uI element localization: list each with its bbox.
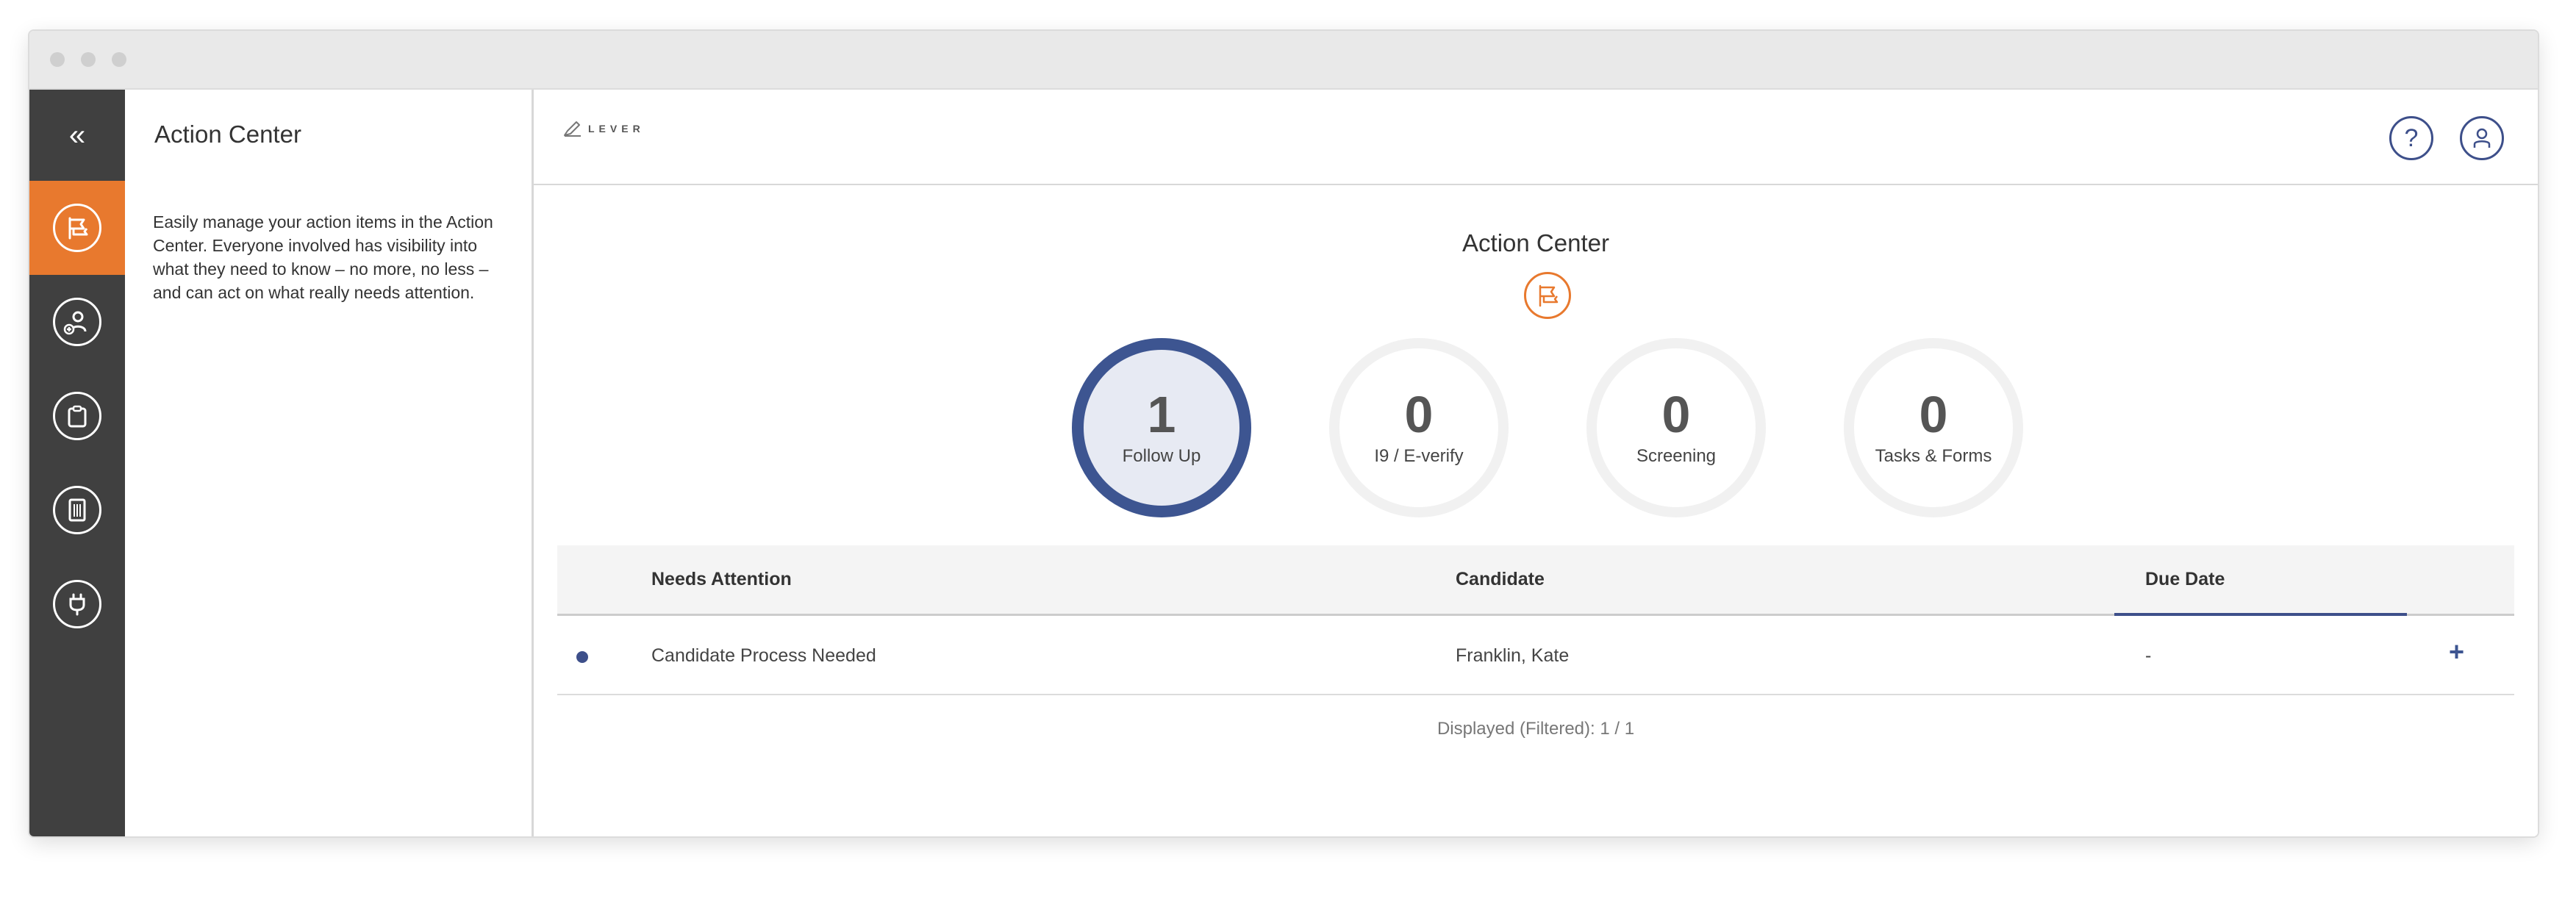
logo-text: LEVER <box>588 123 645 134</box>
column-header-needs-attention[interactable]: Needs Attention <box>651 569 792 590</box>
sidebar-item-clipboard[interactable] <box>29 369 125 463</box>
flag-icon <box>1524 272 1571 319</box>
help-icon: ? <box>2404 123 2419 152</box>
expand-row-button[interactable]: + <box>2449 636 2464 667</box>
stat-count: 1 <box>1147 386 1176 443</box>
window-minimize-dot[interactable] <box>81 52 96 67</box>
cell-candidate[interactable]: Franklin, Kate <box>1456 645 1569 667</box>
action-items-table: Needs Attention Candidate Due Date Candi… <box>557 545 2514 695</box>
stat-label: Screening <box>1636 446 1717 466</box>
help-button[interactable]: ? <box>2389 116 2433 160</box>
window-maximize-dot[interactable] <box>112 52 126 67</box>
stat-count: 0 <box>1919 386 1948 443</box>
clipboard-icon <box>53 392 101 440</box>
lever-logo[interactable]: LEVER <box>563 121 645 137</box>
page-title: Action Center <box>1462 229 1609 257</box>
sidebar-item-add-user[interactable] <box>29 275 125 369</box>
window-titlebar <box>29 31 2538 90</box>
stat-label: Follow Up <box>1122 446 1201 466</box>
pen-icon <box>564 121 581 137</box>
double-chevron-left-icon: « <box>68 118 86 151</box>
row-status-dot <box>576 651 588 663</box>
building-icon <box>53 486 101 534</box>
stat-count: 0 <box>1661 386 1691 443</box>
info-panel-description: Easily manage your action items in the A… <box>153 212 493 302</box>
stat-label: I9 / E-verify <box>1374 446 1464 466</box>
displayed-count: Displayed (Filtered): 1 / 1 <box>1437 719 1635 739</box>
column-header-due-date[interactable]: Due Date <box>2145 569 2225 590</box>
collapse-sidebar-button[interactable]: « <box>29 90 125 181</box>
sidebar-item-integrations[interactable] <box>29 557 125 651</box>
table-header: Needs Attention Candidate Due Date <box>557 545 2514 616</box>
column-header-candidate[interactable]: Candidate <box>1456 569 1545 590</box>
sidebar-rail: « <box>29 90 135 836</box>
main-content: LEVER ? Action Center 1 Follow Up 0 I9 /… <box>534 90 2538 836</box>
stat-tasks-forms[interactable]: 0 Tasks & Forms <box>1844 338 2023 517</box>
stat-i9-everify[interactable]: 0 I9 / E-verify <box>1329 338 1509 517</box>
stat-label: Tasks & Forms <box>1875 446 1992 466</box>
cell-due-date: - <box>2145 645 2152 666</box>
user-profile-button[interactable] <box>2460 116 2504 160</box>
flag-icon <box>53 204 101 252</box>
window-close-dot[interactable] <box>50 52 65 67</box>
stat-follow-up[interactable]: 1 Follow Up <box>1072 338 1251 517</box>
stat-count: 0 <box>1404 386 1434 443</box>
sidebar-item-building[interactable] <box>29 463 125 557</box>
table-row[interactable]: Candidate Process Needed Franklin, Kate … <box>557 616 2514 695</box>
app-window: « Action Center Easily manage your actio… <box>29 31 2538 836</box>
user-icon <box>2473 128 2491 148</box>
plug-icon <box>53 580 101 628</box>
stat-screening[interactable]: 0 Screening <box>1586 338 1766 517</box>
sidebar-item-action-center[interactable] <box>29 181 135 275</box>
info-panel: Action Center Easily manage your action … <box>125 90 534 836</box>
add-user-icon <box>53 298 101 346</box>
cell-needs-attention: Candidate Process Needed <box>651 645 876 666</box>
top-bar: LEVER ? <box>534 90 2538 185</box>
info-panel-title: Action Center <box>154 121 301 148</box>
